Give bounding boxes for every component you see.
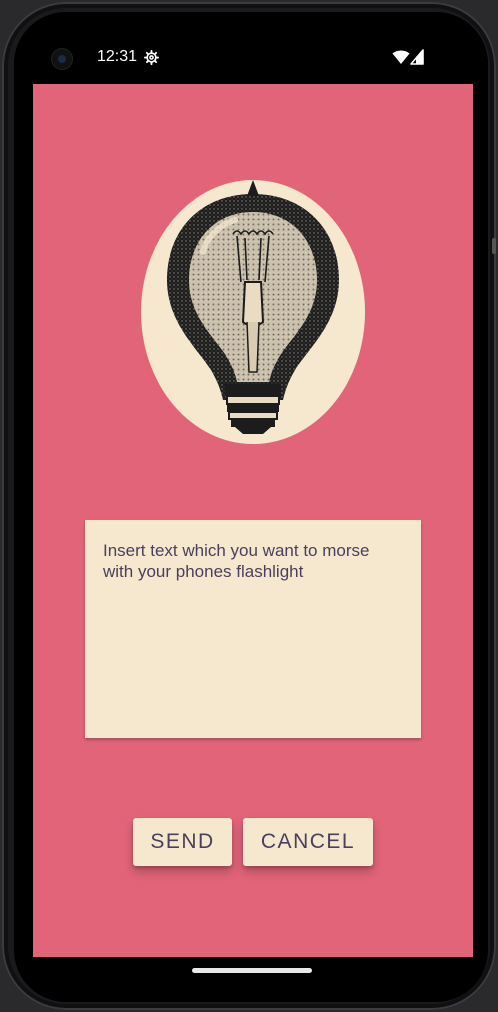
- navigation-bar: [14, 957, 488, 1002]
- phone-screen: 12:31 Insert text which you want to mors…: [14, 12, 488, 1002]
- cancel-button[interactable]: CANCEL: [243, 818, 373, 866]
- status-time: 12:31: [97, 48, 138, 65]
- gear-icon: [144, 50, 159, 65]
- signal-icon: [410, 49, 424, 65]
- morse-app-screen: SEND CANCEL: [33, 84, 473, 957]
- power-button: [492, 238, 496, 254]
- send-button[interactable]: SEND: [133, 818, 232, 866]
- device-frame: 12:31 Insert text which you want to mors…: [2, 2, 496, 1010]
- light-bulb-illustration: [141, 180, 365, 444]
- morse-text-input[interactable]: [85, 520, 421, 738]
- home-indicator[interactable]: [192, 968, 312, 973]
- wifi-icon: [392, 50, 410, 64]
- status-bar: 12:31: [14, 12, 488, 84]
- front-camera: [52, 49, 72, 69]
